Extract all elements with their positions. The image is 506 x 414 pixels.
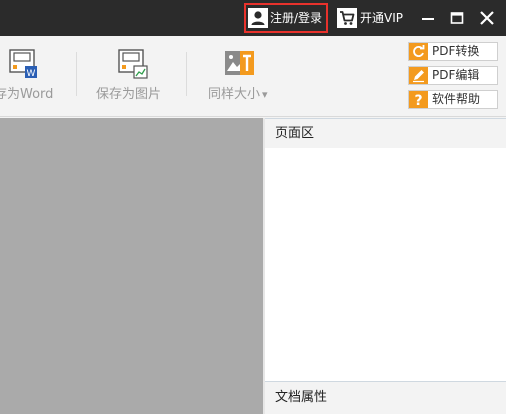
vip-button[interactable]: 开通VIP <box>360 9 403 27</box>
save-as-image-button[interactable]: 保存为图片 <box>96 86 161 104</box>
software-help-label: 软件帮助 <box>432 92 481 106</box>
toolbar-divider <box>186 52 187 96</box>
pdf-convert-label: PDF转换 <box>432 44 480 58</box>
user-icon[interactable] <box>248 8 268 28</box>
doc-properties-title: 文档属性 <box>275 390 328 405</box>
svg-text:?: ? <box>414 93 422 108</box>
pencil-icon <box>409 67 428 84</box>
pdf-edit-label: PDF编辑 <box>432 68 480 82</box>
refresh-icon <box>409 43 428 60</box>
page-area-title: 页面区 <box>275 126 315 141</box>
maximize-icon[interactable] <box>447 8 467 28</box>
toolbar-divider <box>76 52 77 96</box>
document-canvas[interactable] <box>0 118 263 414</box>
same-size-icon[interactable] <box>222 47 256 81</box>
login-button[interactable]: 注册/登录 <box>270 9 322 27</box>
question-icon: ? <box>409 91 428 109</box>
page-area-panel <box>265 118 506 414</box>
save-as-word-button[interactable]: 存为Word <box>0 86 53 104</box>
cart-icon[interactable] <box>337 8 357 28</box>
same-size-dropdown[interactable]: 同样大小 ▾ <box>208 86 268 104</box>
save-image-icon[interactable] <box>115 47 149 81</box>
minimize-icon[interactable] <box>418 8 438 28</box>
chevron-down-icon: ▾ <box>262 88 268 101</box>
save-word-icon[interactable]: W <box>6 47 40 81</box>
close-icon[interactable] <box>477 8 497 28</box>
svg-text:W: W <box>27 69 36 79</box>
same-size-label: 同样大小 <box>208 87 261 102</box>
